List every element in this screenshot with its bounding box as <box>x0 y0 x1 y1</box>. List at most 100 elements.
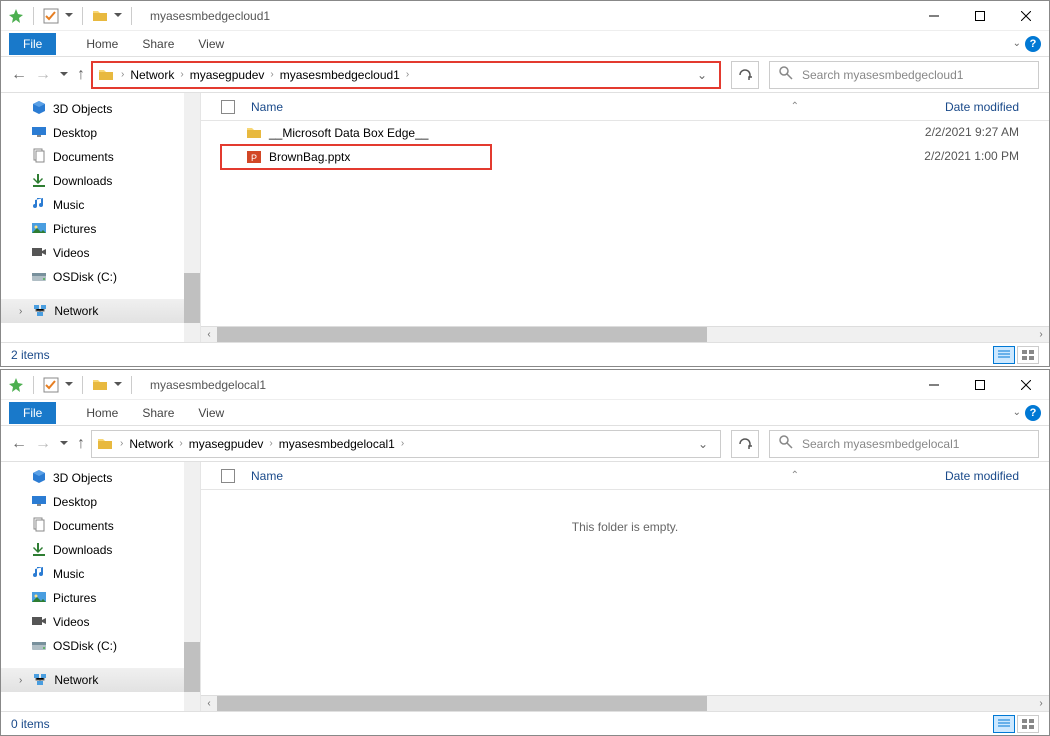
back-button[interactable]: ← <box>11 66 27 84</box>
tab-view[interactable]: View <box>198 37 224 51</box>
chevron-right-icon[interactable]: › <box>179 438 182 449</box>
details-view-button[interactable] <box>993 715 1015 733</box>
breadcrumb-item[interactable]: myasegpudev <box>190 68 265 82</box>
ribbon-collapse-icon[interactable]: ⌄ <box>1013 407 1021 418</box>
maximize-button[interactable] <box>957 370 1003 400</box>
nav-scrollbar[interactable] <box>184 93 200 342</box>
scroll-right-icon[interactable]: › <box>1033 329 1049 340</box>
icons-view-button[interactable] <box>1017 715 1039 733</box>
nav-item-network[interactable]: › Network <box>1 299 200 323</box>
select-all-checkbox[interactable] <box>221 100 235 114</box>
chevron-right-icon[interactable]: › <box>270 69 273 80</box>
column-name[interactable]: Name <box>251 100 283 114</box>
chevron-right-icon[interactable]: › <box>180 69 183 80</box>
tab-share[interactable]: Share <box>142 406 174 420</box>
up-button[interactable]: ↑ <box>77 435 85 453</box>
column-date[interactable]: Date modified <box>945 469 1019 483</box>
column-date[interactable]: Date modified <box>945 100 1019 114</box>
breadcrumb-item[interactable]: myasesmbedgelocal1 <box>279 437 395 451</box>
maximize-button[interactable] <box>957 1 1003 31</box>
nav-item-downloads[interactable]: Downloads <box>1 169 200 193</box>
chevron-right-icon[interactable]: › <box>401 438 404 449</box>
horizontal-scrollbar[interactable]: ‹ › <box>201 326 1049 342</box>
tab-view[interactable]: View <box>198 406 224 420</box>
nav-item-desktop[interactable]: Desktop <box>1 490 200 514</box>
nav-item-3d[interactable]: 3D Objects <box>1 466 200 490</box>
minimize-button[interactable] <box>911 1 957 31</box>
pin-icon[interactable] <box>7 376 25 394</box>
horizontal-scrollbar[interactable]: ‹ › <box>201 695 1049 711</box>
refresh-button[interactable] <box>731 430 759 458</box>
up-button[interactable]: ↑ <box>77 66 85 84</box>
nav-item-downloads[interactable]: Downloads <box>1 538 200 562</box>
nav-item-network[interactable]: › Network <box>1 668 200 692</box>
scrollbar-thumb[interactable] <box>184 642 200 692</box>
breadcrumb-item[interactable]: Network <box>130 68 174 82</box>
help-icon[interactable]: ? <box>1025 405 1041 421</box>
close-button[interactable] <box>1003 370 1049 400</box>
file-list[interactable]: __Microsoft Data Box Edge__ 2/2/2021 9:2… <box>201 121 1049 326</box>
nav-item-disk[interactable]: OSDisk (C:) <box>1 265 200 289</box>
forward-button[interactable]: → <box>35 66 51 84</box>
nav-item-music[interactable]: Music <box>1 562 200 586</box>
properties-icon[interactable] <box>42 376 60 394</box>
scroll-left-icon[interactable]: ‹ <box>201 329 217 340</box>
select-all-checkbox[interactable] <box>221 469 235 483</box>
chevron-right-icon[interactable]: › <box>19 306 22 317</box>
file-list[interactable]: This folder is empty. <box>201 490 1049 695</box>
scroll-right-icon[interactable]: › <box>1033 698 1049 709</box>
chevron-right-icon[interactable]: › <box>269 438 272 449</box>
file-tab[interactable]: File <box>9 402 56 424</box>
breadcrumb-dropdown-icon[interactable]: ⌄ <box>689 68 715 82</box>
scrollbar-thumb[interactable] <box>217 696 707 712</box>
breadcrumb-dropdown-icon[interactable]: ⌄ <box>690 437 716 451</box>
history-dropdown-icon[interactable] <box>59 437 69 451</box>
column-name[interactable]: Name <box>251 469 283 483</box>
qat-dropdown-icon[interactable] <box>64 9 74 23</box>
nav-item-documents[interactable]: Documents <box>1 514 200 538</box>
close-button[interactable] <box>1003 1 1049 31</box>
nav-item-documents[interactable]: Documents <box>1 145 200 169</box>
minimize-button[interactable] <box>911 370 957 400</box>
breadcrumb[interactable]: › Network › myasegpudev › myasesmbedgecloud1… <box>91 61 721 89</box>
nav-item-3d[interactable]: 3D Objects <box>1 97 200 121</box>
nav-item-disk[interactable]: OSDisk (C:) <box>1 634 200 658</box>
history-dropdown-icon[interactable] <box>59 68 69 82</box>
chevron-right-icon[interactable]: › <box>406 69 409 80</box>
chevron-right-icon[interactable]: › <box>120 438 123 449</box>
file-row[interactable]: P BrownBag.pptx <box>221 145 491 169</box>
scrollbar-thumb[interactable] <box>217 327 707 343</box>
titlebar-dropdown-icon[interactable] <box>113 378 123 392</box>
tab-home[interactable]: Home <box>86 37 118 51</box>
help-icon[interactable]: ? <box>1025 36 1041 52</box>
nav-item-desktop[interactable]: Desktop <box>1 121 200 145</box>
breadcrumb[interactable]: › Network›myasegpudev›myasesmbedgelocal1… <box>91 430 721 458</box>
nav-item-pictures[interactable]: Pictures <box>1 217 200 241</box>
tab-home[interactable]: Home <box>86 406 118 420</box>
search-input[interactable]: Search myasesmbedgelocal1 <box>769 430 1039 458</box>
tab-share[interactable]: Share <box>142 37 174 51</box>
qat-dropdown-icon[interactable] <box>64 378 74 392</box>
scroll-left-icon[interactable]: ‹ <box>201 698 217 709</box>
file-tab[interactable]: File <box>9 33 56 55</box>
titlebar-dropdown-icon[interactable] <box>113 9 123 23</box>
file-row[interactable]: __Microsoft Data Box Edge__ <box>201 121 1049 145</box>
forward-button[interactable]: → <box>35 435 51 453</box>
icons-view-button[interactable] <box>1017 346 1039 364</box>
pin-icon[interactable] <box>7 7 25 25</box>
chevron-right-icon[interactable]: › <box>121 69 124 80</box>
nav-item-videos[interactable]: Videos <box>1 610 200 634</box>
search-input[interactable]: Search myasesmbedgecloud1 <box>769 61 1039 89</box>
ribbon-collapse-icon[interactable]: ⌄ <box>1013 38 1021 49</box>
details-view-button[interactable] <box>993 346 1015 364</box>
nav-item-pictures[interactable]: Pictures <box>1 586 200 610</box>
breadcrumb-item[interactable]: Network <box>129 437 173 451</box>
properties-icon[interactable] <box>42 7 60 25</box>
nav-scrollbar[interactable] <box>184 462 200 711</box>
scrollbar-thumb[interactable] <box>184 273 200 323</box>
nav-item-videos[interactable]: Videos <box>1 241 200 265</box>
back-button[interactable]: ← <box>11 435 27 453</box>
breadcrumb-item[interactable]: myasesmbedgecloud1 <box>280 68 400 82</box>
chevron-right-icon[interactable]: › <box>19 675 22 686</box>
nav-item-music[interactable]: Music <box>1 193 200 217</box>
